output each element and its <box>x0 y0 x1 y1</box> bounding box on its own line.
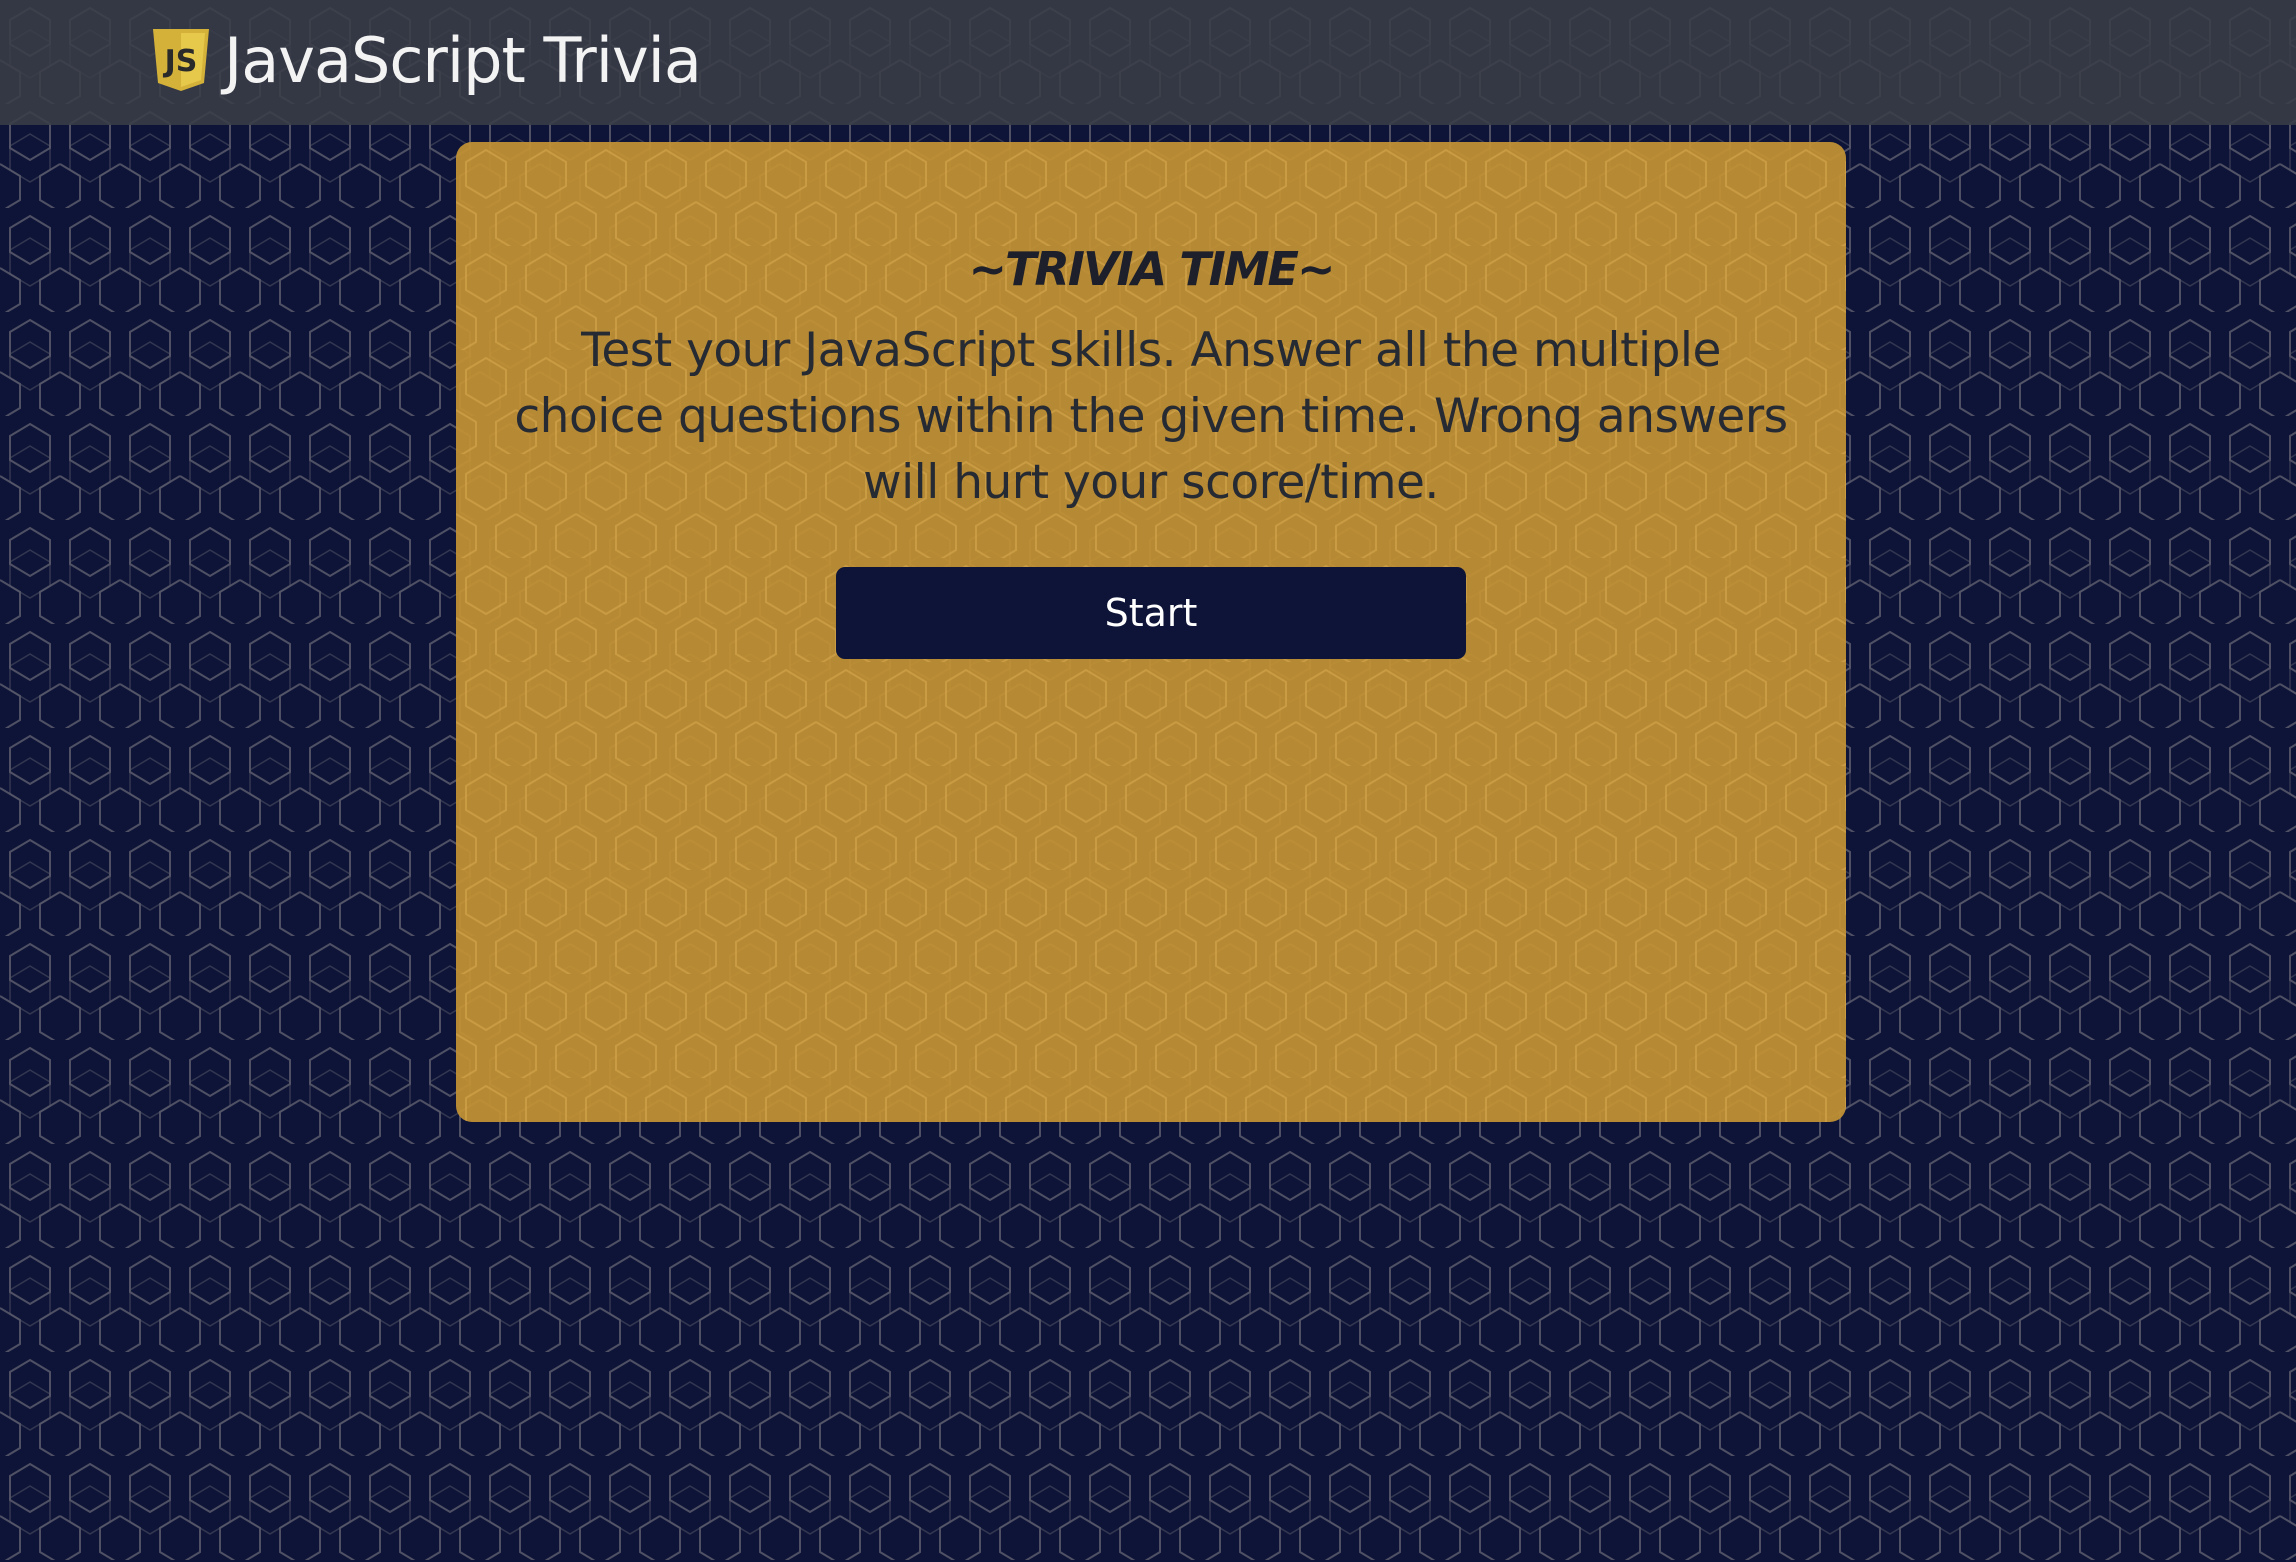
trivia-card: ~TRIVIA TIME~ Test your JavaScript skill… <box>456 142 1846 1122</box>
card-title: ~TRIVIA TIME~ <box>968 242 1335 296</box>
js-logo-text: JS <box>163 44 198 79</box>
top-navbar: JS JavaScript Trivia <box>0 0 2296 125</box>
app-title: JavaScript Trivia <box>224 23 702 97</box>
card-description: Test your JavaScript skills. Answer all … <box>514 323 1788 510</box>
start-button[interactable]: Start <box>836 567 1466 659</box>
js-shield-icon: JS <box>153 29 209 91</box>
brand[interactable]: JS JavaScript Trivia <box>150 23 702 97</box>
